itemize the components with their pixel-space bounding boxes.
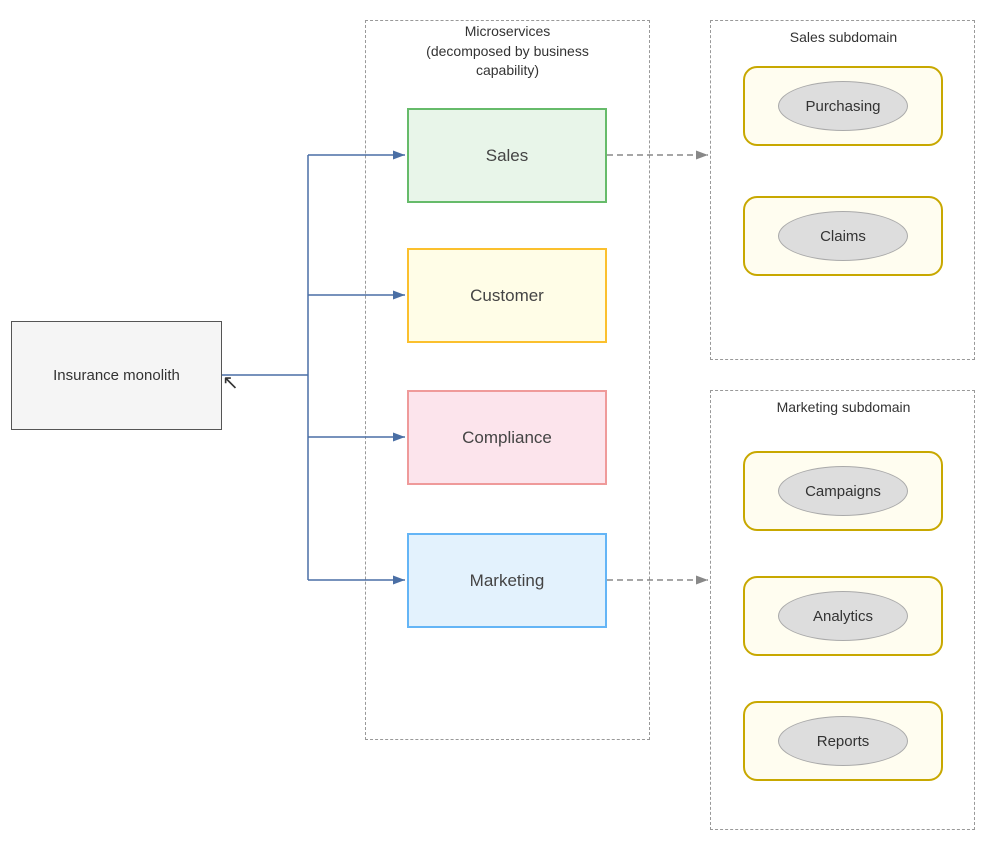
monolith-label: Insurance monolith <box>53 367 180 384</box>
subdomain-item-analytics: Analytics <box>743 576 943 656</box>
claims-oval: Claims <box>778 211 908 261</box>
subdomain-item-purchasing: Purchasing <box>743 66 943 146</box>
service-box-sales: Sales <box>407 108 607 203</box>
microservices-title: Microservices (decomposed by business ca… <box>365 22 650 81</box>
service-box-marketing: Marketing <box>407 533 607 628</box>
marketing-subdomain-title: Marketing subdomain <box>711 399 976 415</box>
sales-subdomain-title: Sales subdomain <box>711 29 976 45</box>
purchasing-oval: Purchasing <box>778 81 908 131</box>
analytics-oval: Analytics <box>778 591 908 641</box>
service-label-compliance: Compliance <box>462 428 552 448</box>
service-box-compliance: Compliance <box>407 390 607 485</box>
service-label-sales: Sales <box>486 146 529 166</box>
reports-oval: Reports <box>778 716 908 766</box>
canvas: Insurance monolith Microservices (decomp… <box>0 0 988 845</box>
subdomain-item-reports: Reports <box>743 701 943 781</box>
cursor: ↖ <box>222 370 239 395</box>
service-label-customer: Customer <box>470 286 544 306</box>
campaigns-oval: Campaigns <box>778 466 908 516</box>
marketing-subdomain-container: Marketing subdomain Campaigns Analytics … <box>710 390 975 830</box>
service-box-customer: Customer <box>407 248 607 343</box>
subdomain-item-claims: Claims <box>743 196 943 276</box>
service-label-marketing: Marketing <box>470 571 545 591</box>
monolith-box: Insurance monolith <box>11 321 222 430</box>
subdomain-item-campaigns: Campaigns <box>743 451 943 531</box>
sales-subdomain-container: Sales subdomain Purchasing Claims <box>710 20 975 360</box>
